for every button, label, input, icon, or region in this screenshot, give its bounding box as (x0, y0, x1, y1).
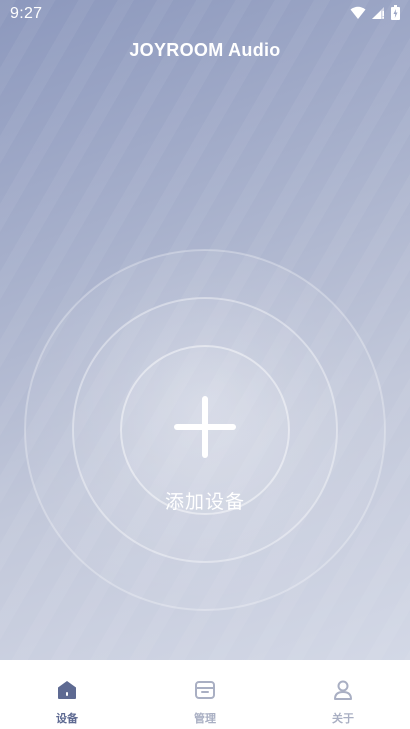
plus-icon (174, 396, 236, 458)
tab-label-management: 管理 (194, 712, 216, 725)
pulse-rings (24, 249, 386, 611)
tab-about[interactable]: 关于 (308, 660, 378, 729)
add-device-label[interactable]: 添加设备 (0, 487, 410, 514)
tab-label-about: 关于 (332, 712, 354, 725)
main-screen: 9:27 JOYROOM Audio 添加设备 (0, 0, 410, 660)
tab-devices[interactable]: 设备 (32, 660, 102, 729)
home-icon (58, 681, 76, 699)
tab-label-devices: 设备 (56, 712, 78, 725)
add-device-button[interactable] (170, 392, 240, 462)
bottom-tab-bar: 设备 管理 关于 (0, 660, 410, 729)
box-icon (195, 681, 215, 699)
user-icon (334, 680, 352, 700)
tab-management[interactable]: 管理 (170, 660, 240, 729)
